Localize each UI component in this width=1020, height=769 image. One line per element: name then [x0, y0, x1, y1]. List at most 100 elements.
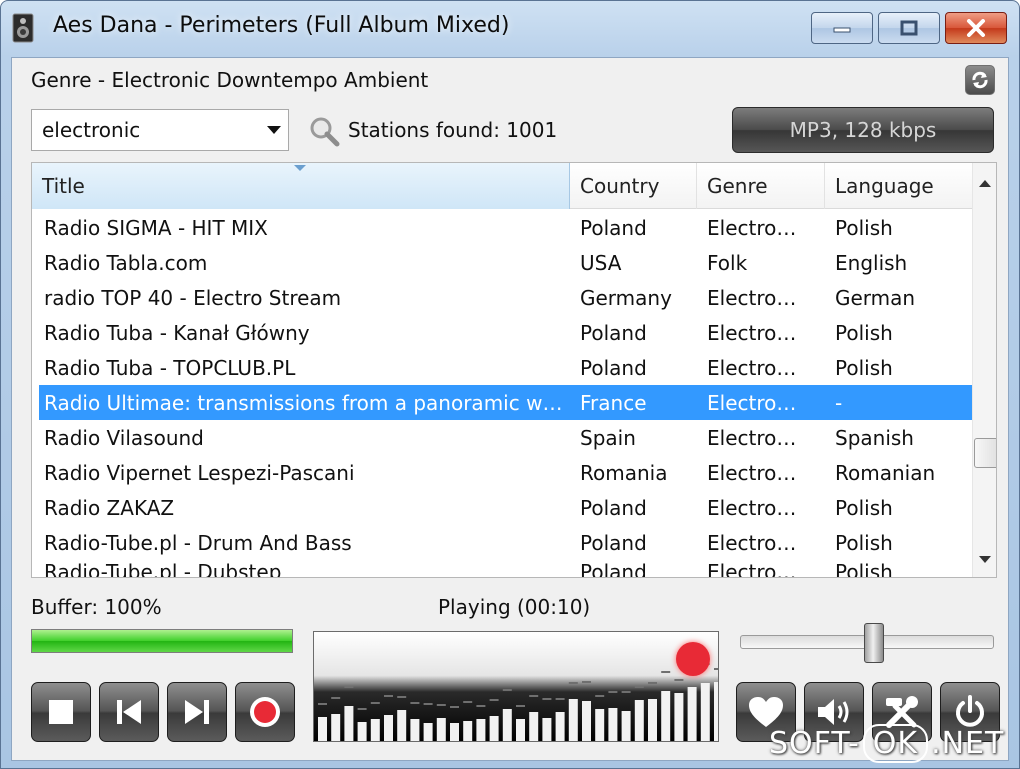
refresh-icon	[972, 71, 988, 89]
buffer-progress-bar	[31, 629, 293, 653]
genre-filter-dropdown[interactable]: electronic	[31, 109, 289, 151]
station-language: Polish	[835, 530, 893, 555]
watermark-part: SOFT-	[769, 726, 860, 761]
station-row[interactable]: Radio-Tube.pl - Drum And Bass Poland Elect…	[32, 525, 972, 560]
refresh-button[interactable]	[965, 65, 995, 95]
maximize-button[interactable]	[878, 12, 940, 44]
spectrum-peak	[384, 695, 393, 697]
stream-format-button[interactable]: MP3, 128 kbps	[732, 107, 994, 153]
spectrum-peak	[357, 708, 367, 710]
spectrum-peak	[542, 698, 552, 700]
title-bar[interactable]: Aes Dana - Perimeters (Full Album Mixed)	[1, 1, 1019, 57]
spectrum-peak	[436, 704, 446, 706]
minimize-button[interactable]	[811, 12, 873, 44]
buffer-progress-fill	[32, 630, 292, 652]
spectrum-bar	[384, 715, 393, 741]
spectrum-peak	[634, 686, 644, 688]
stop-button[interactable]	[31, 682, 91, 742]
genre-filter-value: electronic	[42, 118, 141, 142]
spectrum-bar	[357, 722, 367, 741]
station-country: Spain	[580, 425, 636, 450]
spectrum-peak	[648, 682, 657, 684]
watermark-logo: SOFT- OK .NET	[769, 724, 1004, 763]
volume-slider-thumb[interactable]	[864, 623, 884, 663]
spectrum-peak	[595, 695, 605, 697]
spectrum-peak	[674, 679, 684, 681]
spectrum-bar	[661, 691, 671, 741]
spectrum-peak	[344, 686, 354, 688]
station-row[interactable]: Radio Tuba - TOPCLUB.PL Poland Electro… Pol…	[32, 350, 972, 385]
column-header-country[interactable]: Country	[570, 163, 697, 209]
station-row[interactable]: radio TOP 40 - Electro Stream Germany Elec…	[32, 280, 972, 315]
station-list[interactable]: Title Country Genre Language Radio SIGMA…	[31, 162, 997, 578]
station-row[interactable]: Radio Tuba - Kanał Główny Poland Electro… P…	[32, 315, 972, 350]
station-title: Radio ZAKAZ	[44, 495, 175, 520]
spectrum-bar	[410, 719, 420, 741]
station-title: Radio Tabla.com	[44, 250, 208, 275]
spectrum-bars	[318, 663, 718, 741]
spectrum-bar	[648, 699, 657, 741]
spectrum-bar	[489, 716, 499, 741]
station-row[interactable]: Radio ZAKAZ Poland Electro… Polish	[32, 490, 972, 525]
scroll-down-button[interactable]	[973, 547, 996, 571]
column-header-language[interactable]: Language	[825, 163, 972, 209]
spectrum-peak	[516, 705, 525, 707]
spectrum-bar	[700, 683, 710, 741]
station-row[interactable]: Radio Tabla.com USA Folk English	[32, 245, 972, 280]
spectrum-bar	[516, 719, 525, 741]
spectrum-bar	[476, 719, 486, 741]
station-language: Spanish	[835, 425, 914, 450]
station-language: Polish	[835, 215, 893, 240]
spectrum-bar	[397, 710, 407, 741]
spectrum-peak	[555, 698, 565, 700]
station-title: Radio Ultimae: transmissions from a pano…	[44, 390, 563, 415]
previous-button[interactable]	[99, 682, 159, 742]
station-row[interactable]: Radio SIGMA - HIT MIX Poland Electro… Polis…	[32, 210, 972, 245]
station-genre: Electro…	[707, 390, 797, 415]
close-button[interactable]	[945, 12, 1007, 44]
station-genre: Electro…	[707, 425, 797, 450]
spectrum-peak	[370, 702, 380, 704]
column-header-genre[interactable]: Genre	[697, 163, 825, 209]
spectrum-bar	[595, 709, 605, 741]
station-genre: Electro…	[707, 355, 797, 380]
station-language: Polish	[835, 495, 893, 520]
client-area: Genre - Electronic Downtempo Ambient ele…	[11, 57, 1009, 761]
magnifier-icon[interactable]	[308, 115, 340, 147]
column-header-title[interactable]: Title	[32, 163, 570, 209]
spectrum-peak	[450, 706, 459, 708]
station-country: Poland	[580, 560, 647, 578]
column-header-country-label: Country	[580, 174, 660, 198]
station-genre: Electro…	[707, 320, 797, 345]
station-row-selected[interactable]: Radio Ultimae: transmissions from a pano…	[39, 385, 972, 420]
spectrum-peak	[476, 705, 486, 707]
station-language: Polish	[835, 560, 893, 578]
watermark-part: .NET	[931, 726, 1005, 761]
scroll-up-button[interactable]	[973, 171, 996, 195]
minimize-icon	[833, 27, 851, 33]
record-button[interactable]	[235, 682, 295, 742]
spectrum-peak	[410, 702, 420, 704]
column-header-genre-label: Genre	[707, 174, 768, 198]
station-row[interactable]: Radio-Tube.pl - Dubstep Poland Electro… Pol…	[32, 560, 972, 578]
list-scrollbar[interactable]	[972, 163, 996, 577]
station-title: radio TOP 40 - Electro Stream	[44, 285, 342, 310]
spectrum-bar	[568, 699, 578, 741]
next-button[interactable]	[167, 682, 227, 742]
station-language: Romanian	[835, 460, 936, 485]
station-language: German	[835, 285, 916, 310]
scrollbar-thumb[interactable]	[974, 438, 996, 468]
spectrum-peak	[331, 697, 341, 699]
current-genre-label: Genre - Electronic Downtempo Ambient	[31, 68, 429, 92]
station-row[interactable]: Radio Vilasound Spain Electro… Spanish	[32, 420, 972, 455]
station-genre: Electro…	[707, 495, 797, 520]
station-genre: Electro…	[707, 560, 797, 578]
spectrum-peak	[463, 701, 473, 703]
spectrum-bar	[331, 714, 341, 741]
spectrum-peak	[529, 695, 539, 697]
station-title: Radio Vilasound	[44, 425, 204, 450]
station-row[interactable]: Radio Vipernet Lespezi-Pascani Romania Ele…	[32, 455, 972, 490]
spectrum-bar	[318, 717, 327, 741]
spectrum-bar	[463, 721, 473, 741]
spectrum-visualizer	[313, 631, 719, 742]
